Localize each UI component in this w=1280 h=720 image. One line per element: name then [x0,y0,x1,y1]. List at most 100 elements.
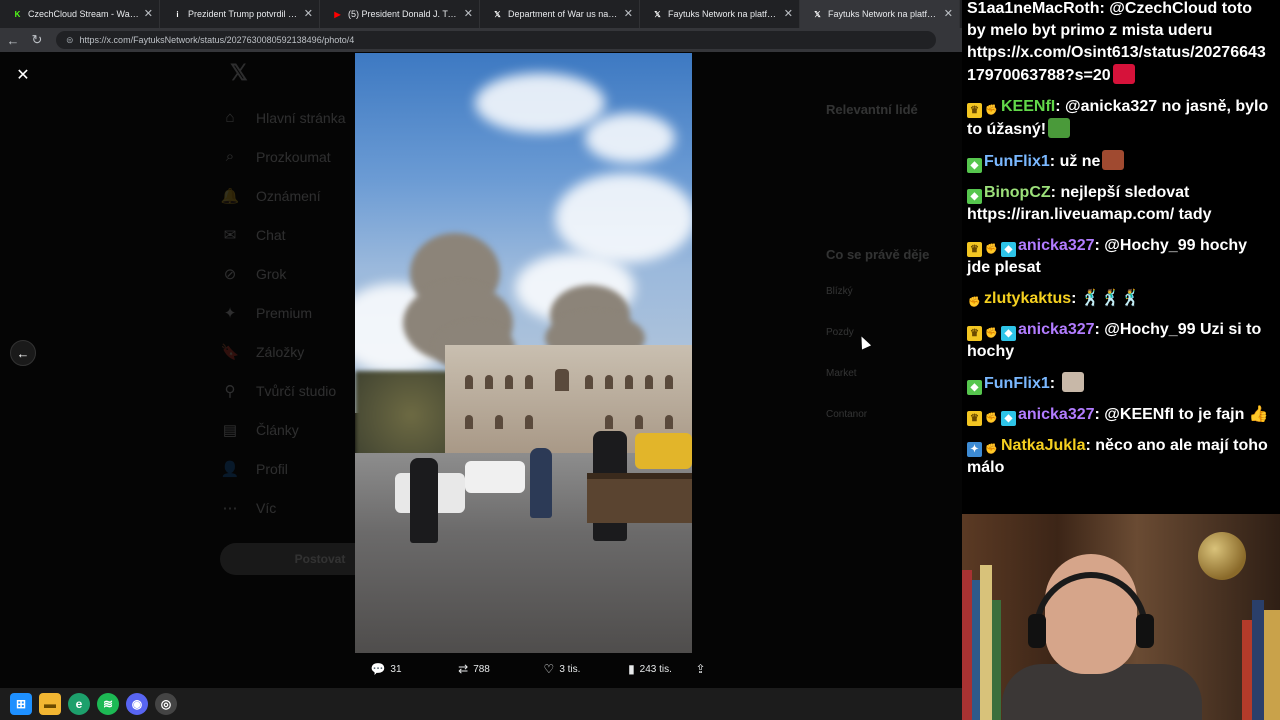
x-nav-item[interactable]: ⌕ Prozkoumat [220,137,360,176]
heart-icon: ♡ [543,662,555,676]
x-nav-item[interactable]: ⌂ Hlavní stránka [220,98,360,137]
close-tab-icon[interactable]: ✕ [624,7,633,20]
chat-separator: : [1099,0,1110,17]
trend-item[interactable]: Pozdy [826,327,962,368]
share-icon: ⇪ [695,662,706,676]
x-nav-label: Oznámení [256,187,321,204]
x-photo-viewer: 𝕏 ⌂ Hlavní stránka ⌕ Prozkoumat 🔔 Oznámení ✉ Ch… [0,52,962,688]
chat-username[interactable]: anicka327 [1018,237,1095,254]
x-nav-label: Prozkoumat [256,148,331,165]
trend-item[interactable]: Market [826,368,962,409]
share-button[interactable]: ⇪ [694,662,712,676]
tab-title: (5) President Donald J. Trump on [348,9,459,19]
reply-button[interactable]: 💬 31 [342,662,430,676]
chat-username[interactable]: BinopCZ [984,184,1051,201]
trend-item[interactable]: Contanor [826,409,962,450]
close-tab-icon[interactable]: ✕ [304,7,313,20]
x-nav-item[interactable]: 🔖 Záložky [220,332,360,371]
news-icon: i [176,9,179,19]
chat-username[interactable]: FunFlix1 [984,375,1050,392]
chat-text: @KEENfI to je fajn 👍 [1104,406,1269,423]
like-button[interactable]: ♡ 3 tis. [518,662,606,676]
browser-tab[interactable]: 𝕏 Faytuks Network na platformě X: ✕ [800,0,960,28]
views-icon: ▮ [628,662,635,676]
close-icon[interactable]: ✕ [12,64,34,86]
file-explorer-icon[interactable]: ▬ [39,693,61,715]
chat-username[interactable]: FunFlix1 [984,153,1050,170]
x-nav-item[interactable]: 👤 Profil [220,449,360,488]
x-nav-icon: ✉ [223,226,237,244]
reply-icon: 💬 [370,662,386,676]
x-logo-icon[interactable]: 𝕏 [230,60,360,86]
chat-username[interactable]: KEENfI [1001,98,1055,115]
fist-badge-icon: ✊ [985,444,998,455]
chat-separator: : [1085,437,1096,454]
browser-tab[interactable]: 𝕏 Department of War us na platform ✕ [480,0,640,28]
views-button[interactable]: ▮ 243 tis. [606,662,694,676]
discord-icon[interactable]: ◉ [126,693,148,715]
chat-message: ◆ FunFlix1: [967,372,1274,395]
close-tab-icon[interactable]: ✕ [784,7,793,20]
chat-username[interactable]: zlutykaktus [984,290,1071,307]
x-right-column: Relevantní lidé Co se právě děje Blízký P… [826,102,962,450]
chat-message: ◆ FunFlix1: už ne [967,150,1274,173]
whats-happening-header: Co se právě děje [826,247,930,262]
x-nav-icon: 🔔 [220,187,240,205]
site-info-icon[interactable]: ⊜ [66,35,74,46]
webcam-feed [962,514,1280,720]
chat-separator: : [1055,98,1066,115]
chat-username[interactable]: anicka327 [1018,406,1095,423]
fist-badge-icon: ✊ [985,105,998,116]
chat-text: už ne [1059,153,1101,170]
trend-item[interactable]: Blízký [826,286,962,327]
browser-tab[interactable]: 𝕏 Faytuks Network na platformě X: ✕ [640,0,800,28]
x-nav-item[interactable]: ⚲ Tvůrčí studio [220,371,360,410]
edge-browser-icon[interactable]: e [68,693,90,715]
chat-username[interactable]: anicka327 [1018,321,1095,338]
x-nav-item[interactable]: ✦ Premium [220,293,360,332]
x-nav-item[interactable]: ⊘ Grok [220,254,360,293]
reload-button[interactable]: ↻ [26,29,48,51]
browser-tab[interactable]: i Prezident Trump potvrdil vojensky ✕ [160,0,320,28]
post-photo[interactable] [355,53,692,653]
back-button[interactable]: ← [2,29,24,51]
tab-title: Faytuks Network na platformě X: [668,9,779,19]
face-emote [1102,150,1125,170]
kick-icon: K [14,9,21,19]
chat-separator: : [1049,375,1060,392]
x-nav-label: Chat [256,226,286,243]
repost-button[interactable]: ⇄ 788 [430,662,518,676]
x-nav-label: Články [256,421,299,438]
x-nav-item[interactable]: ✉ Chat [220,215,360,254]
chat-message: ♛ ✊ KEENfI: @anicka327 no jasně, bylo to ú… [967,96,1274,141]
x-nav-item[interactable]: ⋯ Víc [220,488,360,527]
chat-username[interactable]: NatkaJukla [1001,437,1086,454]
spotify-icon[interactable]: ≋ [97,693,119,715]
close-tab-icon[interactable]: ✕ [944,7,953,20]
repost-count: 788 [473,663,490,675]
windows-start-icon[interactable]: ⊞ [10,693,32,715]
x-icon: 𝕏 [654,9,661,19]
obs-icon[interactable]: ◎ [155,693,177,715]
url-field[interactable]: ⊜ https://x.com/FaytuksNetwork/status/20… [56,31,936,49]
browser-tab[interactable]: ▶ (5) President Donald J. Trump on ✕ [320,0,480,28]
crown-badge-icon: ♛ [967,103,982,118]
x-nav-item[interactable]: ▤ Články [220,410,360,449]
cat-emote [1061,372,1084,392]
gem-badge-icon: ◆ [1001,326,1016,341]
pepe-emote [1048,118,1071,138]
address-bar: ← ↻ ⊜ https://x.com/FaytuksNetwork/statu… [0,28,962,52]
chat-username[interactable]: S1aa1neMacRoth [967,0,1100,17]
close-tab-icon[interactable]: ✕ [144,7,153,20]
tab-title: Faytuks Network na platformě X: [828,9,939,19]
x-nav-label: Premium [256,304,313,321]
browser-tab[interactable]: K CzechCloud Stream - Watch Live o ✕ [0,0,160,28]
previous-photo-button[interactable]: ← [10,340,36,366]
chat-separator: : [1094,237,1105,254]
chat-separator: : [1049,153,1060,170]
stream-chat: S1aa1neMacRoth: @CzechCloud toto by melo… [962,0,1280,514]
x-nav-item[interactable]: 🔔 Oznámení [220,176,360,215]
close-tab-icon[interactable]: ✕ [464,7,473,20]
x-nav-icon: ⌕ [225,148,235,165]
chat-message: S1aa1neMacRoth: @CzechCloud toto by melo… [967,0,1274,87]
